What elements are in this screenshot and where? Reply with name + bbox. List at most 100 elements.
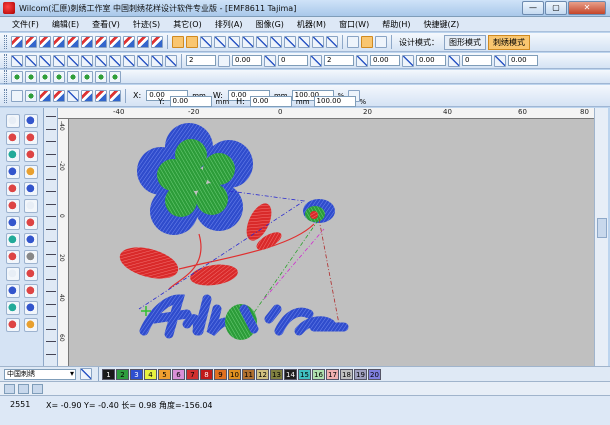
lock-icon[interactable] bbox=[361, 36, 373, 48]
node-icon[interactable] bbox=[81, 70, 93, 83]
width-field[interactable]: 0.00 bbox=[508, 55, 538, 66]
density-icon[interactable] bbox=[151, 54, 163, 67]
run-stitch-icon[interactable] bbox=[24, 131, 38, 145]
image-icon[interactable] bbox=[6, 250, 20, 264]
width-icon[interactable] bbox=[494, 54, 506, 67]
stitch-type-icon[interactable] bbox=[137, 36, 149, 48]
stitch-type-icon[interactable] bbox=[25, 36, 37, 48]
length-field[interactable]: 0.00 bbox=[232, 55, 262, 66]
compensation-field[interactable]: 0.00 bbox=[416, 55, 446, 66]
freehand-icon[interactable] bbox=[6, 131, 20, 145]
pattern-icon[interactable] bbox=[214, 36, 226, 48]
node-icon[interactable] bbox=[95, 70, 107, 83]
pattern-icon[interactable] bbox=[284, 36, 296, 48]
pattern-icon[interactable] bbox=[200, 36, 212, 48]
menu-shortcut[interactable]: 快捷键(Z) bbox=[423, 19, 459, 30]
fill-mode-icon[interactable] bbox=[186, 36, 198, 48]
horizontal-scrollbar[interactable] bbox=[0, 381, 610, 395]
rotate-icon[interactable] bbox=[81, 89, 93, 102]
menu-image[interactable]: 图像(G) bbox=[255, 19, 283, 30]
pointer-icon[interactable] bbox=[11, 89, 23, 102]
column-icon[interactable] bbox=[6, 148, 20, 162]
pointer-icon[interactable] bbox=[24, 114, 38, 128]
sheet-tab[interactable] bbox=[32, 384, 43, 394]
node-icon[interactable] bbox=[11, 70, 23, 83]
stitch-type-icon[interactable] bbox=[53, 36, 65, 48]
density-icon[interactable] bbox=[109, 54, 121, 67]
knife-icon[interactable] bbox=[53, 89, 65, 102]
palette-icon[interactable] bbox=[80, 368, 92, 380]
menu-edit[interactable]: 编辑(E) bbox=[52, 19, 79, 30]
break-icon[interactable] bbox=[24, 284, 38, 298]
node-icon[interactable] bbox=[67, 70, 79, 83]
thread-swatch[interactable]: 10 bbox=[228, 368, 241, 380]
menu-machine[interactable]: 机器(M) bbox=[297, 19, 326, 30]
density-icon[interactable] bbox=[39, 54, 51, 67]
density-icon[interactable] bbox=[25, 54, 37, 67]
monogram-icon[interactable] bbox=[24, 182, 38, 196]
thread-swatch[interactable]: 7 bbox=[186, 368, 199, 380]
density-icon[interactable] bbox=[95, 54, 107, 67]
y-position-field[interactable]: 0.00 bbox=[169, 96, 212, 107]
menu-other[interactable]: 其它(O) bbox=[173, 19, 202, 30]
offset-field[interactable]: 0 bbox=[278, 55, 308, 66]
repeat-icon[interactable] bbox=[448, 54, 460, 67]
heart-icon[interactable] bbox=[24, 216, 38, 230]
thread-swatch[interactable]: 4 bbox=[144, 368, 157, 380]
pattern-icon[interactable] bbox=[256, 36, 268, 48]
pull-field[interactable]: 0.00 bbox=[370, 55, 400, 66]
stitch-type-icon[interactable] bbox=[95, 36, 107, 48]
sheet-tab[interactable] bbox=[4, 384, 15, 394]
mirror-icon[interactable] bbox=[67, 89, 79, 102]
offset-icon[interactable] bbox=[6, 318, 20, 332]
skew-icon[interactable] bbox=[95, 89, 107, 102]
menu-stitch[interactable]: 针迹(S) bbox=[133, 19, 160, 30]
stitch-type-icon[interactable] bbox=[151, 36, 163, 48]
menu-view[interactable]: 查看(V) bbox=[92, 19, 120, 30]
select-icon[interactable] bbox=[6, 114, 20, 128]
density-icon[interactable] bbox=[165, 54, 177, 67]
branch-icon[interactable] bbox=[6, 301, 20, 315]
density-icon[interactable] bbox=[137, 54, 149, 67]
design-canvas[interactable] bbox=[69, 119, 594, 366]
pattern-icon[interactable] bbox=[242, 36, 254, 48]
circle-icon[interactable] bbox=[6, 199, 20, 213]
thread-swatch[interactable]: 16 bbox=[312, 368, 325, 380]
offset-icon[interactable] bbox=[264, 54, 276, 67]
lettering-icon[interactable] bbox=[6, 182, 20, 196]
thread-swatch[interactable]: 13 bbox=[270, 368, 283, 380]
thread-swatch[interactable]: 12 bbox=[256, 368, 269, 380]
density-icon[interactable] bbox=[123, 54, 135, 67]
thread-swatch[interactable]: 18 bbox=[340, 368, 353, 380]
color-icon[interactable] bbox=[24, 318, 38, 332]
stitch-type-icon[interactable] bbox=[39, 36, 51, 48]
thread-swatch[interactable]: 3 bbox=[130, 368, 143, 380]
stitch-type-icon[interactable] bbox=[81, 36, 93, 48]
trace-icon[interactable] bbox=[24, 250, 38, 264]
thread-swatch[interactable]: 9 bbox=[214, 368, 227, 380]
thread-swatch[interactable]: 2 bbox=[116, 368, 129, 380]
menu-window[interactable]: 窗口(W) bbox=[339, 19, 369, 30]
thread-set-select[interactable]: 中国刺绣 bbox=[4, 368, 76, 380]
menu-arrange[interactable]: 排列(A) bbox=[215, 19, 243, 30]
node-icon[interactable] bbox=[25, 70, 37, 83]
close-button[interactable]: ✕ bbox=[568, 1, 606, 15]
compensation-icon[interactable] bbox=[402, 54, 414, 67]
sheet-tab[interactable] bbox=[18, 384, 29, 394]
node-icon[interactable] bbox=[109, 70, 121, 83]
stitch-type-icon[interactable] bbox=[11, 36, 23, 48]
fill-mode-icon[interactable] bbox=[172, 36, 184, 48]
rectangle-icon[interactable] bbox=[24, 199, 38, 213]
star-icon[interactable] bbox=[6, 216, 20, 230]
applique-icon[interactable] bbox=[24, 165, 38, 179]
shape-mode-button[interactable]: 图形模式 bbox=[444, 34, 486, 50]
thread-swatch[interactable]: 19 bbox=[354, 368, 367, 380]
menu-help[interactable]: 帮助(H) bbox=[382, 19, 410, 30]
join-icon[interactable] bbox=[6, 284, 20, 298]
pull-icon[interactable] bbox=[356, 54, 368, 67]
repeat-field[interactable]: 0 bbox=[462, 55, 492, 66]
menu-file[interactable]: 文件(F) bbox=[12, 19, 39, 30]
outline-icon[interactable] bbox=[24, 301, 38, 315]
scale-y-field[interactable]: 100.00 bbox=[313, 96, 356, 107]
pattern-icon[interactable] bbox=[228, 36, 240, 48]
